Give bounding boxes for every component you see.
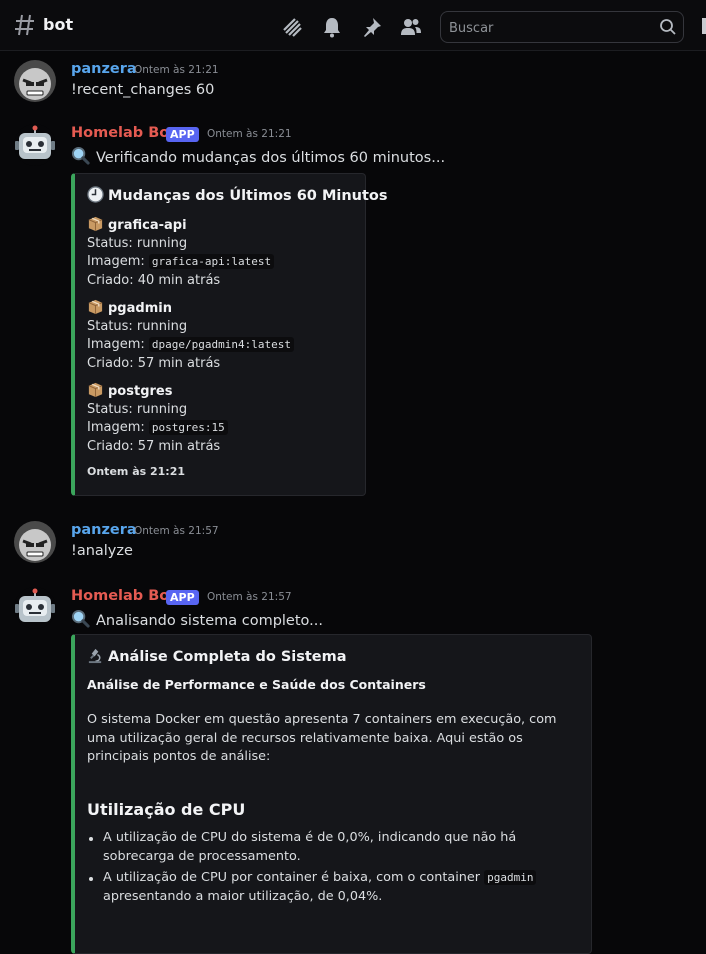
field-name-text: grafica-api [108, 218, 187, 233]
message-text: !recent_changes 60 [71, 82, 215, 98]
embed-title-text: Mudanças dos Últimos 60 Minutos [108, 188, 388, 204]
robot-avatar-icon [14, 124, 56, 166]
field-name: postgres [87, 381, 172, 399]
package-icon [88, 299, 103, 315]
user-avatar-icon [14, 521, 56, 563]
field-name-text: pgadmin [108, 301, 172, 316]
image-label: Imagem: [87, 420, 145, 435]
container-code: pgadmin [484, 870, 537, 885]
image-label: Imagem: [87, 337, 145, 352]
username[interactable]: panzera [71, 522, 137, 538]
username[interactable]: Homelab Bot [71, 588, 176, 604]
pin-icon[interactable] [361, 16, 383, 38]
clock-icon [87, 186, 104, 203]
message-text: !analyze [71, 543, 133, 559]
embed-title-text: Análise Completa do Sistema [108, 649, 347, 665]
image-code: grafica-api:latest [148, 254, 275, 269]
field-image: Imagem: postgres:15 [87, 420, 228, 435]
threads-icon[interactable] [281, 16, 303, 38]
app-badge: APP [166, 127, 199, 142]
timestamp: Ontem às 21:21 [207, 128, 292, 140]
section-heading: Utilização de CPU [87, 800, 246, 819]
embed: Análise Completa do Sistema Análise de P… [71, 634, 592, 954]
image-code: dpage/pgadmin4:latest [148, 337, 294, 352]
field-created: Criado: 40 min atrás [87, 273, 221, 288]
image-label: Imagem: [87, 254, 145, 269]
channel-header: bot [0, 0, 706, 51]
field-created: Criado: 57 min atrás [87, 439, 221, 454]
message-text-body: Verificando mudanças dos últimos 60 minu… [96, 150, 446, 166]
avatar[interactable] [14, 521, 56, 563]
timestamp: Ontem às 21:21 [134, 64, 219, 76]
microscope-icon [88, 648, 102, 664]
field-status: Status: running [87, 402, 188, 417]
field-status: Status: running [87, 319, 188, 334]
robot-avatar-icon [14, 587, 56, 629]
field-created: Criado: 57 min atrás [87, 356, 221, 371]
field-image: Imagem: grafica-api:latest [87, 254, 275, 269]
bullet-dot [89, 837, 93, 841]
message-text: Verificando mudanças dos últimos 60 minu… [71, 146, 445, 166]
field-name: pgadmin [87, 298, 172, 316]
message-text: Analisando sistema completo... [71, 609, 323, 629]
bullet-dot [89, 877, 93, 881]
avatar[interactable] [14, 60, 56, 102]
username[interactable]: Homelab Bot [71, 125, 176, 141]
magnifier-icon [71, 146, 90, 165]
field-status: Status: running [87, 236, 188, 251]
search-box[interactable] [440, 11, 684, 43]
field-name-text: postgres [108, 384, 173, 399]
channel-name: bot [43, 15, 74, 34]
list-item-text: A utilização de CPU do sistema é de 0,0%… [103, 830, 517, 864]
avatar[interactable] [14, 587, 56, 629]
field-image: Imagem: dpage/pgadmin4:latest [87, 337, 294, 352]
package-icon [88, 216, 103, 232]
bell-icon[interactable] [321, 16, 343, 38]
app-badge: APP [166, 590, 199, 605]
members-icon[interactable] [400, 16, 422, 38]
inbox-icon[interactable] [702, 18, 706, 34]
user-avatar-icon [14, 60, 56, 102]
list-item-text: A utilização de CPU por container é baix… [103, 870, 485, 885]
embed-title: Análise Completa do Sistema [87, 647, 347, 665]
field-name: grafica-api [87, 215, 187, 233]
embed-footer: Ontem às 21:21 [87, 465, 186, 478]
list-item: A utilização de CPU do sistema é de 0,0%… [87, 829, 582, 866]
search-icon[interactable] [659, 18, 677, 36]
avatar[interactable] [14, 124, 56, 166]
magnifier-icon [71, 609, 90, 628]
search-input[interactable] [449, 18, 649, 38]
list-item: A utilização de CPU por container é baix… [87, 869, 582, 906]
list-item-text-end: apresentando a maior utilização, de 0,04… [103, 888, 383, 904]
package-icon [88, 382, 103, 398]
embed-paragraph: O sistema Docker em questão apresenta 7 … [87, 712, 557, 764]
embed-subtitle: Análise de Performance e Saúde dos Conta… [87, 677, 426, 692]
username[interactable]: panzera [71, 61, 137, 77]
message-text-body: Analisando sistema completo... [96, 613, 323, 629]
timestamp: Ontem às 21:57 [207, 591, 292, 603]
timestamp: Ontem às 21:57 [134, 525, 219, 537]
image-code: postgres:15 [148, 420, 228, 435]
embed-title: Mudanças dos Últimos 60 Minutos [87, 186, 388, 204]
hash-icon [15, 14, 34, 36]
embed: Mudanças dos Últimos 60 Minutos grafica-… [71, 173, 388, 496]
